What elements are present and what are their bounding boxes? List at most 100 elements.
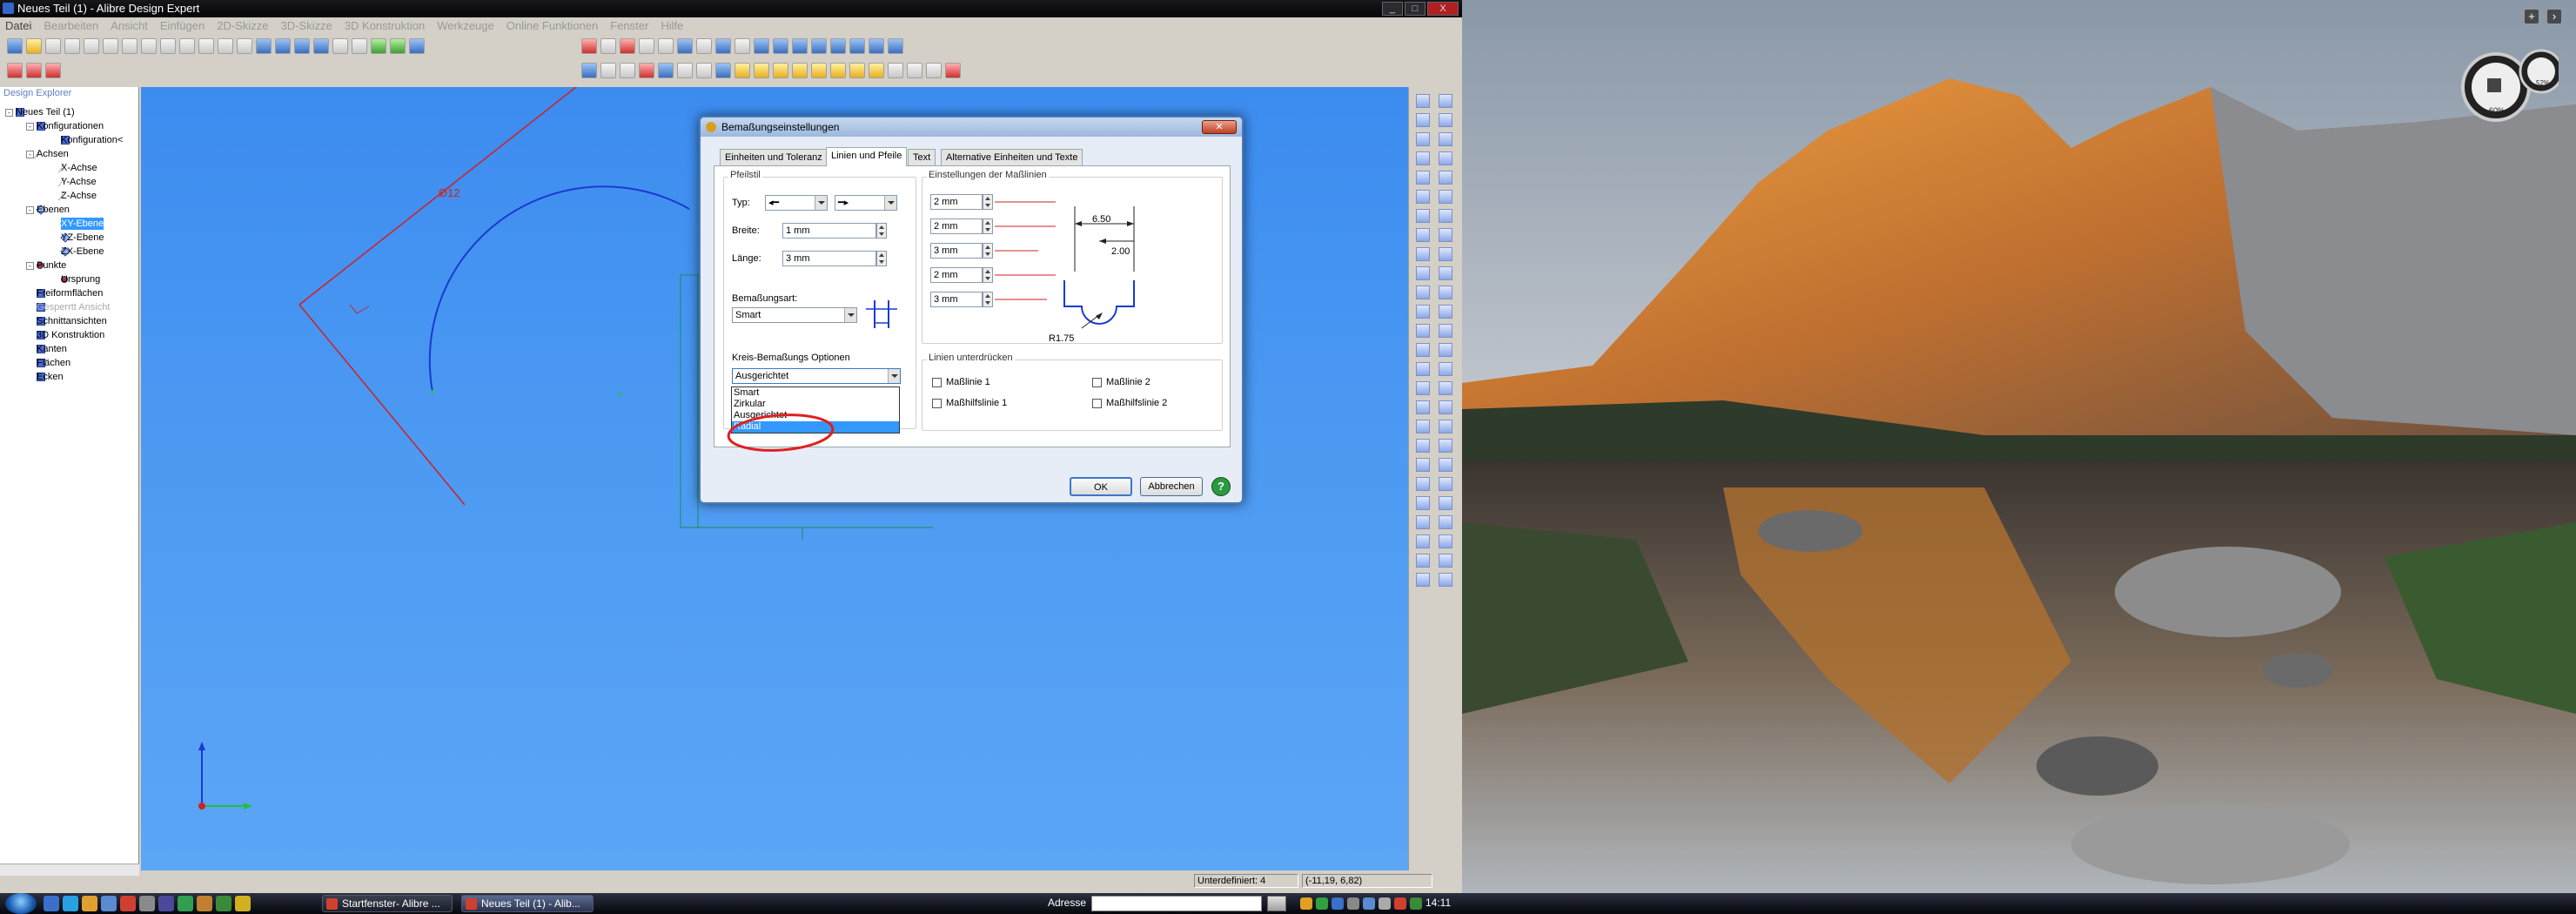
save-icon[interactable] bbox=[45, 38, 61, 54]
sketch-point[interactable] bbox=[431, 390, 434, 393]
sketch-rect[interactable] bbox=[680, 274, 699, 528]
network-icon[interactable] bbox=[1363, 897, 1375, 910]
feature-g-icon[interactable] bbox=[849, 63, 865, 78]
next-gadget-icon[interactable]: › bbox=[2546, 9, 2562, 24]
sketch-tool-10-icon[interactable] bbox=[1416, 266, 1430, 280]
sketch-tool-16-icon[interactable] bbox=[1416, 381, 1430, 395]
feature-tool-17-icon[interactable] bbox=[1439, 400, 1452, 414]
iso-view-icon[interactable] bbox=[811, 38, 827, 54]
masslinie-field-5[interactable]: 3 mm bbox=[930, 292, 983, 307]
collapse-toggle[interactable]: - bbox=[26, 151, 34, 158]
sketch-tool-3-icon[interactable] bbox=[1416, 132, 1430, 146]
sketch-tool-14-icon[interactable] bbox=[1416, 343, 1430, 357]
sketch-tool-26-icon[interactable] bbox=[1416, 573, 1430, 587]
menu-bearbeiten[interactable]: Bearbeiten bbox=[44, 17, 98, 35]
menu-2d-skizze[interactable]: 2D-Skizze bbox=[217, 17, 268, 35]
tree-item-yz-ebene[interactable]: YZ-Ebene bbox=[60, 232, 104, 244]
feature-tool-22-icon[interactable] bbox=[1439, 496, 1452, 510]
collapse-toggle[interactable]: - bbox=[5, 109, 13, 117]
tree-item-ebenen[interactable]: Ebenen bbox=[36, 204, 70, 216]
menu-hilfe[interactable]: Hilfe bbox=[661, 17, 683, 35]
tray-1-icon[interactable] bbox=[1300, 897, 1312, 910]
task-startfenster[interactable]: Startfenster- Alibre ... bbox=[322, 895, 453, 912]
clock[interactable]: 14:11 bbox=[1426, 897, 1451, 909]
print-preview-icon[interactable] bbox=[103, 38, 118, 54]
quicklaunch-4-icon[interactable] bbox=[101, 896, 117, 911]
revolve-icon[interactable] bbox=[658, 63, 674, 78]
masslinie-2-checkbox[interactable] bbox=[1092, 378, 1102, 387]
start-button[interactable] bbox=[5, 893, 37, 914]
tab-text[interactable]: Text bbox=[908, 149, 936, 166]
cut-icon[interactable] bbox=[122, 38, 138, 54]
dialog-title-bar[interactable]: Bemaßungseinstellungen ✕ bbox=[701, 118, 1242, 137]
sketch-tool-19-icon[interactable] bbox=[1416, 439, 1430, 453]
sketch-tool-21-icon[interactable] bbox=[1416, 477, 1430, 491]
tree-item-gesperrte-ansicht[interactable]: Gesperrtt Ansicht bbox=[37, 301, 110, 313]
feature-tool-2-icon[interactable] bbox=[1439, 113, 1452, 127]
address-input[interactable] bbox=[1091, 896, 1262, 911]
tree-item-z-achse[interactable]: Z-Achse bbox=[58, 190, 97, 202]
sketch-tool-9-icon[interactable] bbox=[1416, 247, 1430, 261]
maximize-button[interactable]: □ bbox=[1405, 2, 1426, 16]
masslinie-field-2[interactable]: 2 mm bbox=[930, 218, 983, 234]
menu-online-funktionen[interactable]: Online Funktionen bbox=[506, 17, 599, 35]
undo-icon[interactable] bbox=[198, 38, 214, 54]
feature-b-icon[interactable] bbox=[754, 63, 769, 78]
breite-field[interactable]: 1 mm bbox=[782, 223, 876, 239]
top-view-icon[interactable] bbox=[773, 38, 788, 54]
tree-item-y-achse[interactable]: Y-Achse bbox=[58, 176, 97, 188]
explorer-icon[interactable] bbox=[82, 896, 97, 911]
tray-8-icon[interactable] bbox=[1410, 897, 1422, 910]
save-all-icon[interactable] bbox=[64, 38, 80, 54]
tree-item-3d-konstruktion[interactable]: 3D Konstruktion bbox=[37, 329, 104, 341]
grid-icon[interactable] bbox=[639, 38, 654, 54]
quicklaunch-5-icon[interactable] bbox=[120, 896, 136, 911]
masslinie-1-checkbox[interactable] bbox=[932, 378, 942, 387]
section-view-icon[interactable] bbox=[735, 38, 750, 54]
tree-item-achsen[interactable]: Achsen bbox=[34, 148, 69, 160]
feature-tool-3-icon[interactable] bbox=[1439, 132, 1452, 146]
sketch-tool-15-icon[interactable] bbox=[1416, 362, 1430, 376]
construction-line[interactable] bbox=[299, 87, 577, 306]
feature-c-icon[interactable] bbox=[773, 63, 788, 78]
masslinie-spinner-2[interactable] bbox=[983, 218, 993, 234]
diameter-dimension[interactable]: Ø12 bbox=[439, 186, 460, 199]
zoom-icon[interactable] bbox=[256, 38, 272, 54]
feature-tool-26-icon[interactable] bbox=[1439, 573, 1452, 587]
menu-einfuegen[interactable]: Einfügen bbox=[160, 17, 205, 35]
feature-tool-16-icon[interactable] bbox=[1439, 381, 1452, 395]
close-button[interactable]: X bbox=[1427, 2, 1459, 16]
title-bar[interactable]: Neues Teil (1) - Alibre Design Expert _ … bbox=[0, 0, 1462, 17]
zoom-in-icon[interactable] bbox=[275, 38, 291, 54]
tree-item-kanten[interactable]: Kanten bbox=[37, 343, 67, 355]
rotate-icon[interactable] bbox=[352, 38, 367, 54]
task-neues-teil[interactable]: Neues Teil (1) - Alib... bbox=[461, 895, 594, 912]
tree-item-part[interactable]: Neues Teil (1) bbox=[16, 106, 75, 118]
3d-viewport[interactable]: Ø12 Bemaßungseinstellungen ✕ Einheiten u… bbox=[141, 87, 1408, 870]
sketch-tool-1-icon[interactable] bbox=[1416, 94, 1430, 108]
feature-tool-8-icon[interactable] bbox=[1439, 228, 1452, 242]
tree-item-zx-ebene[interactable]: ZX-Ebene bbox=[60, 245, 104, 258]
delete-icon[interactable] bbox=[179, 38, 195, 54]
feature-tool-12-icon[interactable] bbox=[1439, 305, 1452, 319]
sketch-tool-17-icon[interactable] bbox=[1416, 400, 1430, 414]
feature-d-icon[interactable] bbox=[792, 63, 808, 78]
bemassungsart-select[interactable]: Smart bbox=[732, 307, 857, 323]
feature-a-icon[interactable] bbox=[735, 63, 750, 78]
tree-item-xy-ebene[interactable]: XY-Ebene bbox=[60, 218, 104, 230]
masslinie-field-1[interactable]: 2 mm bbox=[930, 194, 983, 210]
masslinie-spinner-1[interactable] bbox=[983, 194, 993, 210]
measure-icon[interactable] bbox=[371, 38, 386, 54]
sketch-tool-23-icon[interactable] bbox=[1416, 515, 1430, 529]
feature-tool-25-icon[interactable] bbox=[1439, 554, 1452, 568]
drawing-icon[interactable] bbox=[45, 63, 61, 78]
quicklaunch-7-icon[interactable] bbox=[158, 896, 174, 911]
zoom-out-icon[interactable] bbox=[294, 38, 310, 54]
quicklaunch-10-icon[interactable] bbox=[216, 896, 231, 911]
feature-tool-24-icon[interactable] bbox=[1439, 534, 1452, 548]
thread-icon[interactable] bbox=[945, 63, 961, 78]
sketch-tool-11-icon[interactable] bbox=[1416, 286, 1430, 299]
render-icon[interactable] bbox=[409, 38, 425, 54]
sketch-tool-13-icon[interactable] bbox=[1416, 324, 1430, 338]
front-view-icon[interactable] bbox=[754, 38, 769, 54]
